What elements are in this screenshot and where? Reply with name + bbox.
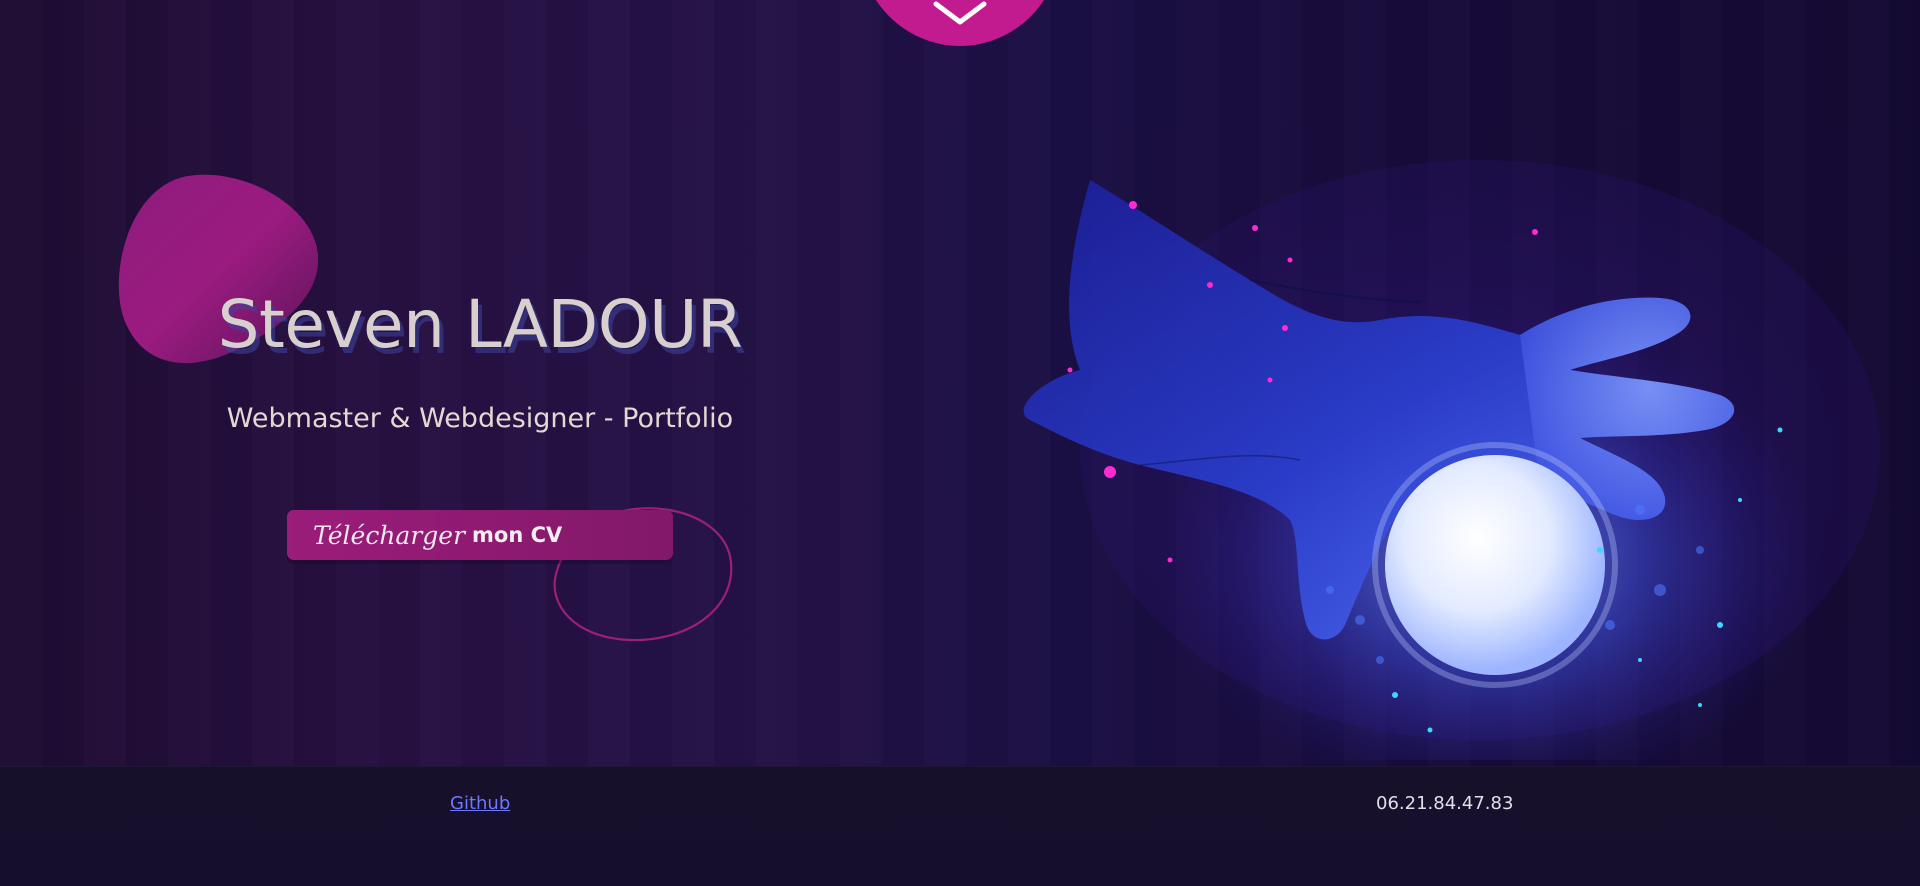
site-footer: Github 06.21.84.47.83 [0, 766, 1920, 886]
scroll-down-button[interactable] [858, 0, 1062, 46]
page-title: Steven LADOUR [217, 286, 743, 363]
download-cv-button[interactable]: Télécharger mon CV [287, 510, 673, 560]
cv-button-label: mon CV [472, 523, 563, 547]
portfolio-page: Steven LADOUR Webmaster & Webdesigner - … [0, 0, 1920, 886]
chevron-down-icon [933, 1, 987, 25]
cv-button-script-label: Télécharger [313, 520, 466, 550]
github-link[interactable]: Github [450, 793, 510, 814]
hand-orb-illustration [1023, 160, 1880, 760]
phone-number: 06.21.84.47.83 [1376, 793, 1514, 814]
page-subtitle: Webmaster & Webdesigner - Portfolio [226, 403, 734, 434]
hero-section: Steven LADOUR Webmaster & Webdesigner - … [0, 0, 1920, 766]
